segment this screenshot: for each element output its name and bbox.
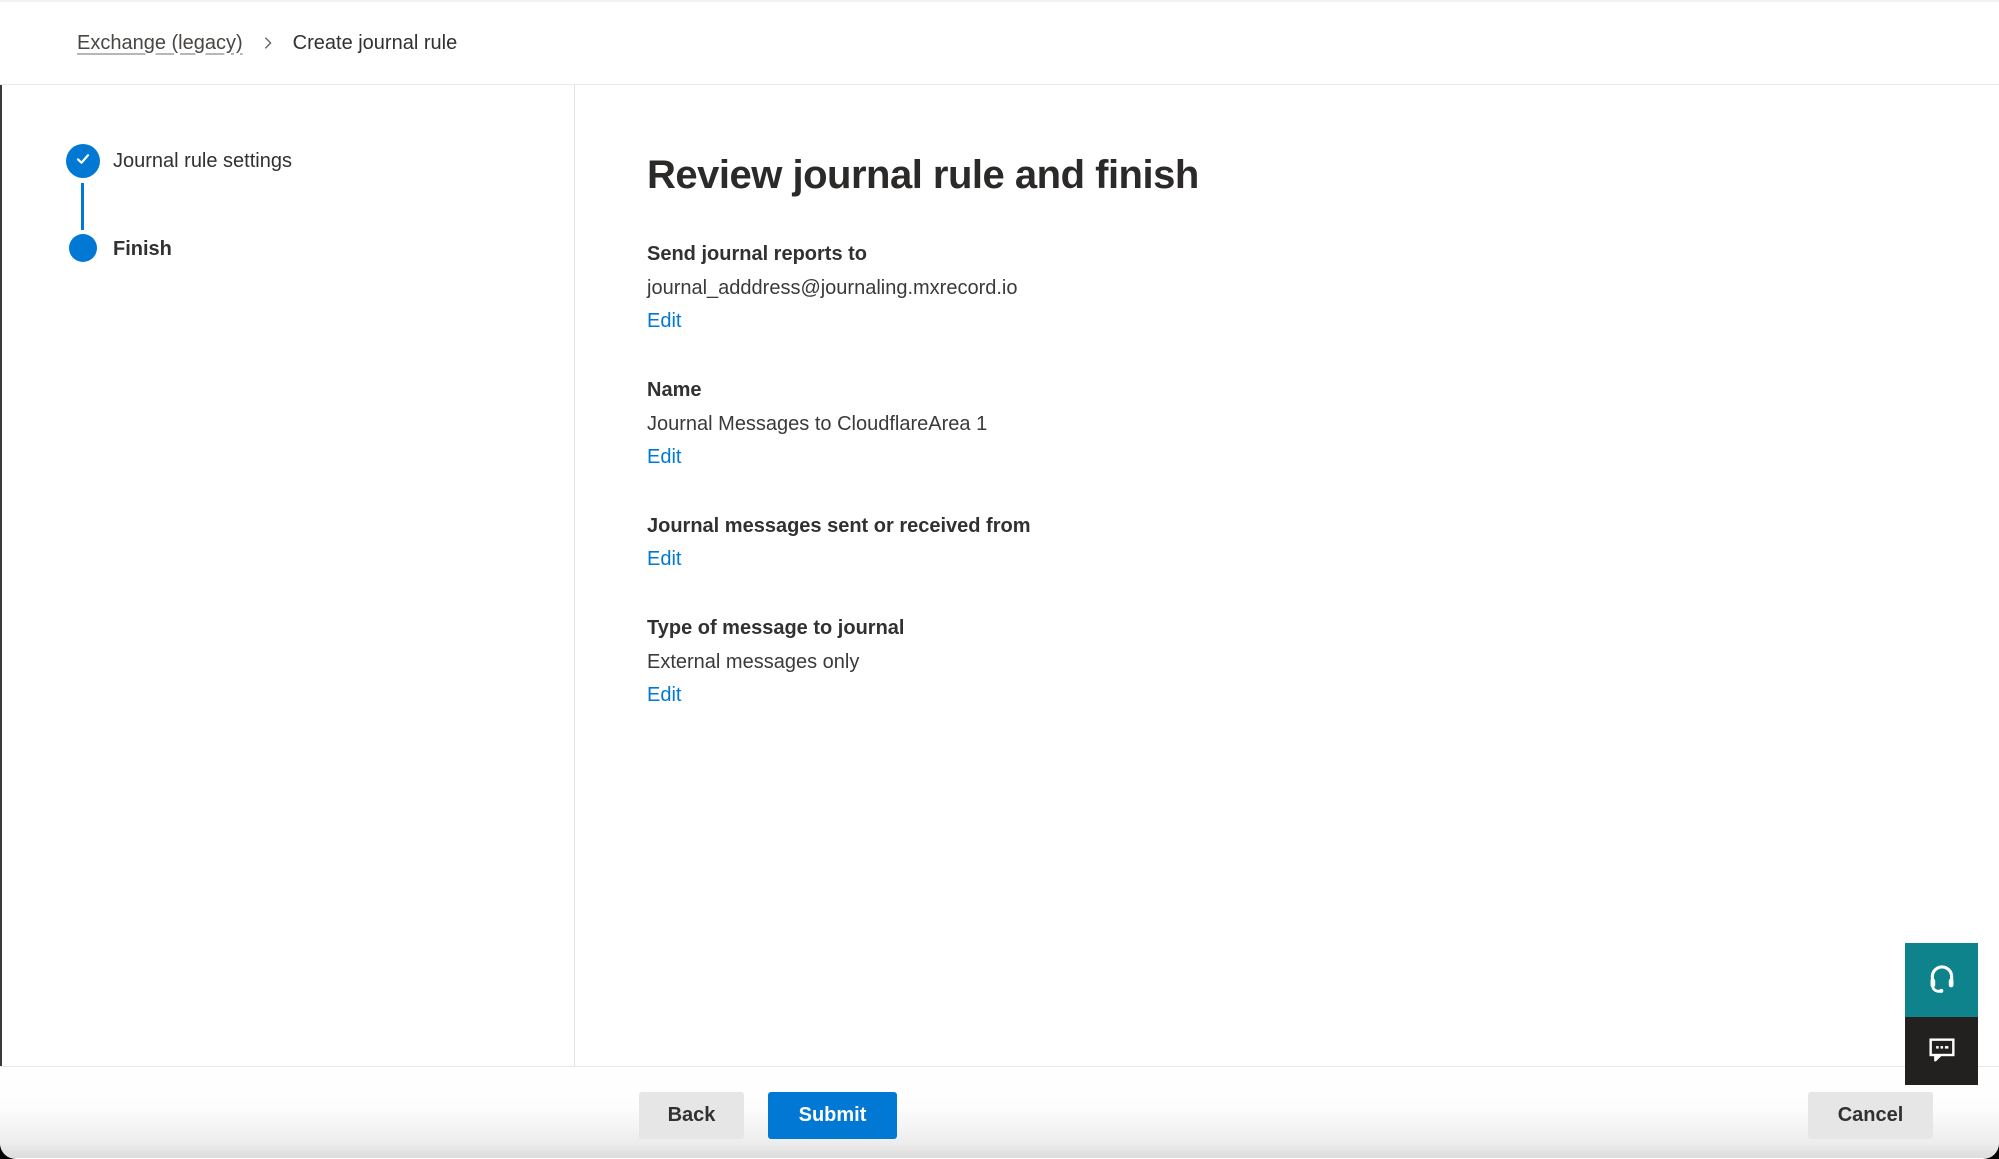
step-connector-line	[81, 183, 84, 230]
section-label: Send journal reports to	[647, 241, 1959, 268]
wizard-stepper-sidebar: Journal rule settings Finish	[2, 85, 575, 1066]
breadcrumb: Exchange (legacy) Create journal rule	[77, 32, 457, 55]
breadcrumb-exchange-legacy-link[interactable]: Exchange (legacy)	[77, 32, 243, 55]
section-message-type: Type of message to journal External mess…	[647, 615, 1959, 709]
edit-name-link[interactable]: Edit	[647, 444, 681, 471]
review-panel: Review journal rule and finish Send jour…	[575, 85, 1999, 1066]
top-bar: Exchange (legacy) Create journal rule	[0, 0, 1999, 85]
section-label: Journal messages sent or received from	[647, 513, 1959, 540]
exchange-admin-window: Exchange (legacy) Create journal rule Jo…	[0, 0, 1999, 1159]
section-label: Name	[647, 377, 1959, 404]
chevron-right-icon	[259, 34, 277, 52]
section-send-journal-reports-to: Send journal reports to journal_adddress…	[647, 241, 1959, 335]
back-button[interactable]: Back	[639, 1092, 744, 1139]
chat-feedback-icon	[1926, 1033, 1958, 1070]
section-label: Type of message to journal	[647, 615, 1959, 642]
sidebar-step-journal-rule-settings[interactable]: Journal rule settings	[113, 150, 292, 173]
cancel-button[interactable]: Cancel	[1808, 1092, 1933, 1139]
edit-message-type-link[interactable]: Edit	[647, 682, 681, 709]
submit-button[interactable]: Submit	[768, 1092, 897, 1139]
step-finish-indicator[interactable]	[69, 234, 97, 262]
journal-report-address-value: journal_adddress@journaling.mxrecord.io	[647, 275, 1959, 302]
checkmark-icon	[73, 149, 93, 174]
message-type-value: External messages only	[647, 649, 1959, 676]
section-name: Name Journal Messages to CloudflareArea …	[647, 377, 1959, 471]
section-journal-messages-scope: Journal messages sent or received from E…	[647, 513, 1959, 573]
rule-name-value: Journal Messages to CloudflareArea 1	[647, 411, 1959, 438]
wizard-action-bar: Back Submit Cancel	[0, 1066, 1999, 1158]
help-support-button[interactable]	[1905, 943, 1978, 1017]
edit-scope-link[interactable]: Edit	[647, 546, 681, 573]
feedback-button[interactable]	[1905, 1017, 1978, 1085]
floating-button-stack	[1905, 943, 1978, 1085]
sidebar-step-finish: Finish	[113, 238, 172, 261]
edit-send-journal-reports-link[interactable]: Edit	[647, 308, 681, 335]
content-area: Journal rule settings Finish Review jour…	[0, 85, 1999, 1066]
page-title: Review journal rule and finish	[647, 152, 1959, 198]
breadcrumb-current-page: Create journal rule	[293, 32, 458, 55]
headset-icon	[1925, 961, 1959, 1000]
step-journal-rule-settings-indicator[interactable]	[66, 144, 100, 178]
